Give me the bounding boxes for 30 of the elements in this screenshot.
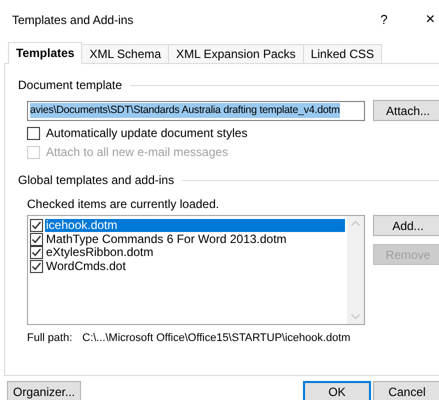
button[interactable]: Attach... (373, 100, 439, 121)
checkbox[interactable] (30, 246, 43, 260)
checkbox-label: Automatically update document styles (46, 125, 248, 142)
button[interactable]: Add... (373, 215, 439, 236)
tab[interactable]: Linked CSS (302, 44, 382, 63)
close-button[interactable]: × (426, 8, 435, 32)
template-path-field[interactable]: avies\Documents\SDT\Standards Australia drafting template_v4.dotm (27, 100, 365, 120)
checkbox[interactable] (30, 232, 43, 246)
full-path-value: C:\...\Microsoft Office\Office15\STARTUP\icehook.dotm (82, 331, 350, 346)
full-path-label: Full path: (27, 331, 72, 346)
window-title: Templates and Add-ins (12, 12, 134, 29)
button[interactable]: Organizer... (7, 381, 81, 400)
section-label: Document template (18, 77, 122, 94)
section-label: Global templates and add-ins (18, 172, 174, 189)
list-item[interactable]: eXtylesRibbon.dotm (45, 246, 154, 260)
tab[interactable]: XML Schema (81, 44, 170, 63)
checkbox[interactable] (27, 126, 40, 140)
checkbox[interactable] (30, 260, 43, 273)
hint-text: Checked items are currently loaded. (27, 197, 220, 211)
tab[interactable]: Templates (8, 42, 82, 64)
list-item[interactable]: WordCmds.dot (45, 260, 127, 273)
help-button[interactable]: ? (380, 10, 388, 30)
button[interactable]: OK (303, 381, 371, 400)
checkbox-label: Attach to all new e-mail messages (46, 144, 228, 161)
checkbox[interactable] (30, 219, 43, 232)
list-item[interactable]: icehook.dotm (45, 219, 345, 232)
addin-list[interactable]: icehook.dotm MathType Commands 6 For Word 2013.dotm eXtylesRibbon.dotm WordCmds.dot (27, 215, 365, 325)
tab[interactable]: XML Expansion Packs (168, 44, 304, 63)
list-item[interactable]: MathType Commands 6 For Word 2013.dotm (45, 232, 288, 246)
button[interactable]: Cancel (373, 381, 439, 400)
